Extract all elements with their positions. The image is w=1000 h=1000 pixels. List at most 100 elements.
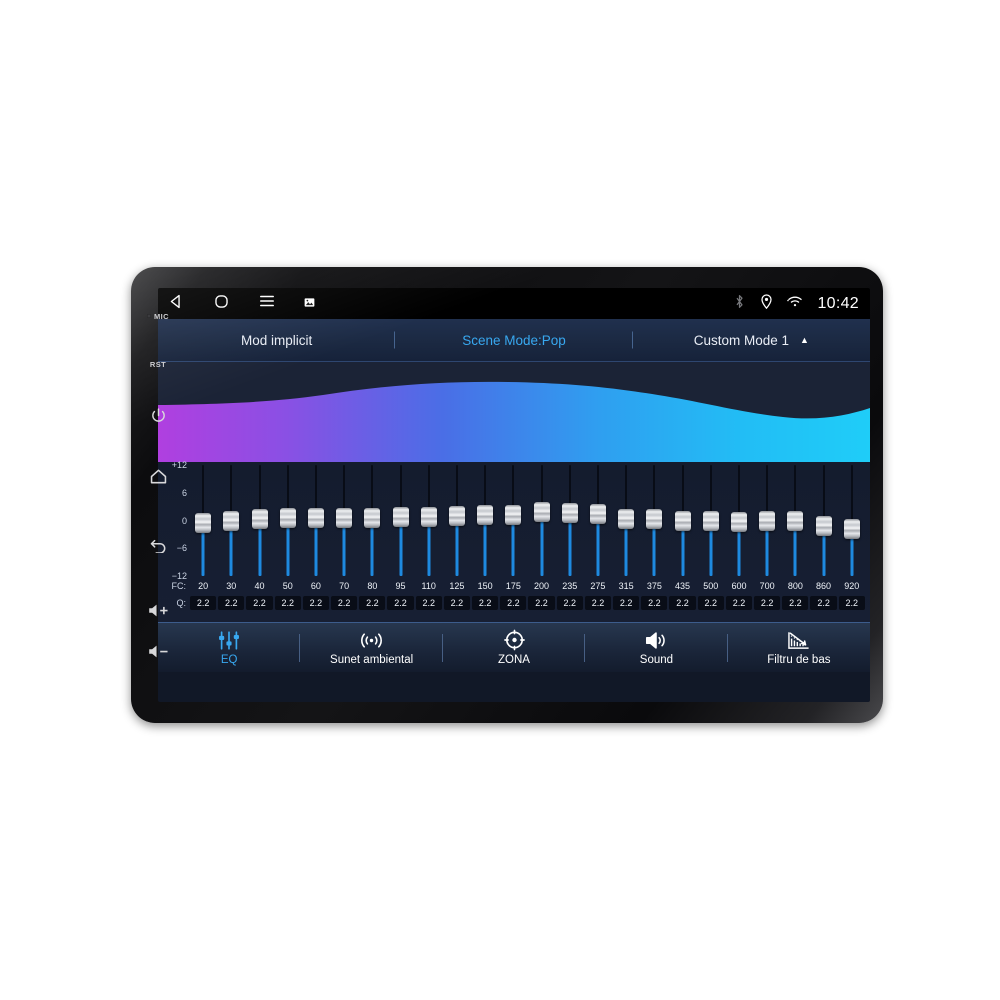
eq-band-slider[interactable]: [245, 465, 273, 576]
slider-knob[interactable]: [223, 510, 240, 531]
q-factor-value[interactable]: 2.2: [472, 596, 499, 610]
slider-knob[interactable]: [364, 507, 381, 528]
screenshot-icon[interactable]: [304, 295, 315, 313]
nav-item-bass-filter[interactable]: Filtru de bas: [728, 630, 870, 666]
slider-knob[interactable]: [420, 506, 437, 527]
slider-knob[interactable]: [392, 507, 409, 528]
frequency-value[interactable]: 235: [556, 581, 584, 591]
q-factor-value[interactable]: 2.2: [246, 596, 273, 610]
eq-band-slider[interactable]: [753, 465, 781, 576]
q-factor-value[interactable]: 2.2: [556, 596, 583, 610]
eq-band-slider[interactable]: [358, 465, 386, 576]
eq-band-slider[interactable]: [556, 465, 584, 576]
slider-knob[interactable]: [759, 510, 776, 531]
q-factor-value[interactable]: 2.2: [725, 596, 753, 610]
frequency-value[interactable]: 500: [697, 581, 725, 591]
frequency-value[interactable]: 150: [471, 581, 499, 591]
eq-band-slider[interactable]: [809, 465, 837, 576]
frequency-value[interactable]: 800: [781, 581, 809, 591]
frequency-value[interactable]: 50: [274, 581, 302, 591]
frequency-value[interactable]: 30: [217, 581, 245, 591]
eq-band-slider[interactable]: [527, 465, 555, 576]
slider-knob[interactable]: [195, 513, 212, 534]
q-factor-value[interactable]: 2.2: [669, 596, 696, 610]
eq-band-slider[interactable]: [302, 465, 330, 576]
q-factor-value[interactable]: 2.2: [584, 596, 612, 610]
nav-item-sound[interactable]: Sound: [585, 630, 728, 666]
frequency-value[interactable]: 315: [612, 581, 640, 591]
frequency-value[interactable]: 860: [809, 581, 837, 591]
eq-band-slider[interactable]: [386, 465, 414, 576]
frequency-value[interactable]: 600: [725, 581, 753, 591]
mode-tab-custom[interactable]: Custom Mode 1 ▲: [633, 333, 870, 348]
slider-knob[interactable]: [561, 502, 578, 523]
mode-tab-default[interactable]: Mod implicit: [158, 331, 396, 349]
frequency-value[interactable]: 125: [443, 581, 471, 591]
eq-band-slider[interactable]: [781, 465, 809, 576]
slider-knob[interactable]: [589, 504, 606, 525]
eq-band-slider[interactable]: [274, 465, 302, 576]
q-factor-value[interactable]: 2.2: [838, 596, 865, 610]
eq-band-slider[interactable]: [838, 465, 866, 576]
q-factor-value[interactable]: 2.2: [641, 596, 668, 610]
q-factor-value[interactable]: 2.2: [528, 596, 555, 610]
eq-band-slider[interactable]: [189, 465, 217, 576]
q-factor-value[interactable]: 2.2: [697, 596, 724, 610]
slider-knob[interactable]: [702, 511, 719, 532]
menu-icon[interactable]: [258, 293, 276, 314]
frequency-value[interactable]: 200: [527, 581, 555, 591]
slider-knob[interactable]: [448, 505, 465, 526]
home-icon[interactable]: [213, 293, 230, 315]
frequency-value[interactable]: 40: [245, 581, 273, 591]
frequency-value[interactable]: 95: [386, 581, 414, 591]
eq-band-slider[interactable]: [415, 465, 443, 576]
q-factor-value[interactable]: 2.2: [302, 596, 330, 610]
frequency-value[interactable]: 920: [838, 581, 866, 591]
nav-item-surround[interactable]: Sunet ambiental: [300, 630, 443, 666]
q-factor-value[interactable]: 2.2: [500, 596, 527, 610]
eq-band-slider[interactable]: [330, 465, 358, 576]
bezel-home-button[interactable]: [149, 443, 168, 509]
nav-item-zone[interactable]: ZONA: [443, 629, 586, 666]
eq-band-slider[interactable]: [499, 465, 527, 576]
bezel-reset-button[interactable]: RST: [150, 341, 166, 387]
slider-knob[interactable]: [251, 509, 268, 530]
eq-band-slider[interactable]: [443, 465, 471, 576]
frequency-value[interactable]: 20: [189, 581, 217, 591]
eq-band-slider[interactable]: [612, 465, 640, 576]
eq-band-slider[interactable]: [697, 465, 725, 576]
q-factor-value[interactable]: 2.2: [274, 596, 301, 610]
bezel-power-button[interactable]: [150, 387, 167, 443]
slider-knob[interactable]: [279, 507, 296, 528]
frequency-value[interactable]: 435: [668, 581, 696, 591]
frequency-value[interactable]: 80: [358, 581, 386, 591]
chevron-up-icon[interactable]: ▲: [800, 335, 809, 345]
slider-knob[interactable]: [533, 501, 550, 522]
q-factor-value[interactable]: 2.2: [810, 596, 837, 610]
slider-knob[interactable]: [646, 509, 663, 530]
slider-knob[interactable]: [307, 508, 324, 529]
frequency-value[interactable]: 70: [330, 581, 358, 591]
frequency-value[interactable]: 700: [753, 581, 781, 591]
eq-band-slider[interactable]: [668, 465, 696, 576]
slider-knob[interactable]: [477, 504, 494, 525]
bezel-back-button[interactable]: [149, 509, 168, 579]
slider-knob[interactable]: [815, 515, 832, 536]
eq-band-slider[interactable]: [640, 465, 668, 576]
slider-knob[interactable]: [730, 512, 747, 533]
q-factor-value[interactable]: 2.2: [754, 596, 781, 610]
frequency-value[interactable]: 375: [640, 581, 668, 591]
frequency-value[interactable]: 60: [302, 581, 330, 591]
eq-band-slider[interactable]: [584, 465, 612, 576]
slider-knob[interactable]: [674, 510, 691, 531]
mode-tab-scene[interactable]: Scene Mode:Pop: [395, 331, 633, 349]
q-factor-value[interactable]: 2.2: [613, 596, 640, 610]
eq-band-slider[interactable]: [217, 465, 245, 576]
q-factor-value[interactable]: 2.2: [190, 596, 217, 610]
q-factor-value[interactable]: 2.2: [218, 596, 245, 610]
bezel-volume-up-button[interactable]: [147, 579, 169, 641]
frequency-value[interactable]: 110: [415, 581, 443, 591]
q-factor-value[interactable]: 2.2: [359, 596, 386, 610]
frequency-value[interactable]: 175: [499, 581, 527, 591]
q-factor-value[interactable]: 2.2: [415, 596, 442, 610]
